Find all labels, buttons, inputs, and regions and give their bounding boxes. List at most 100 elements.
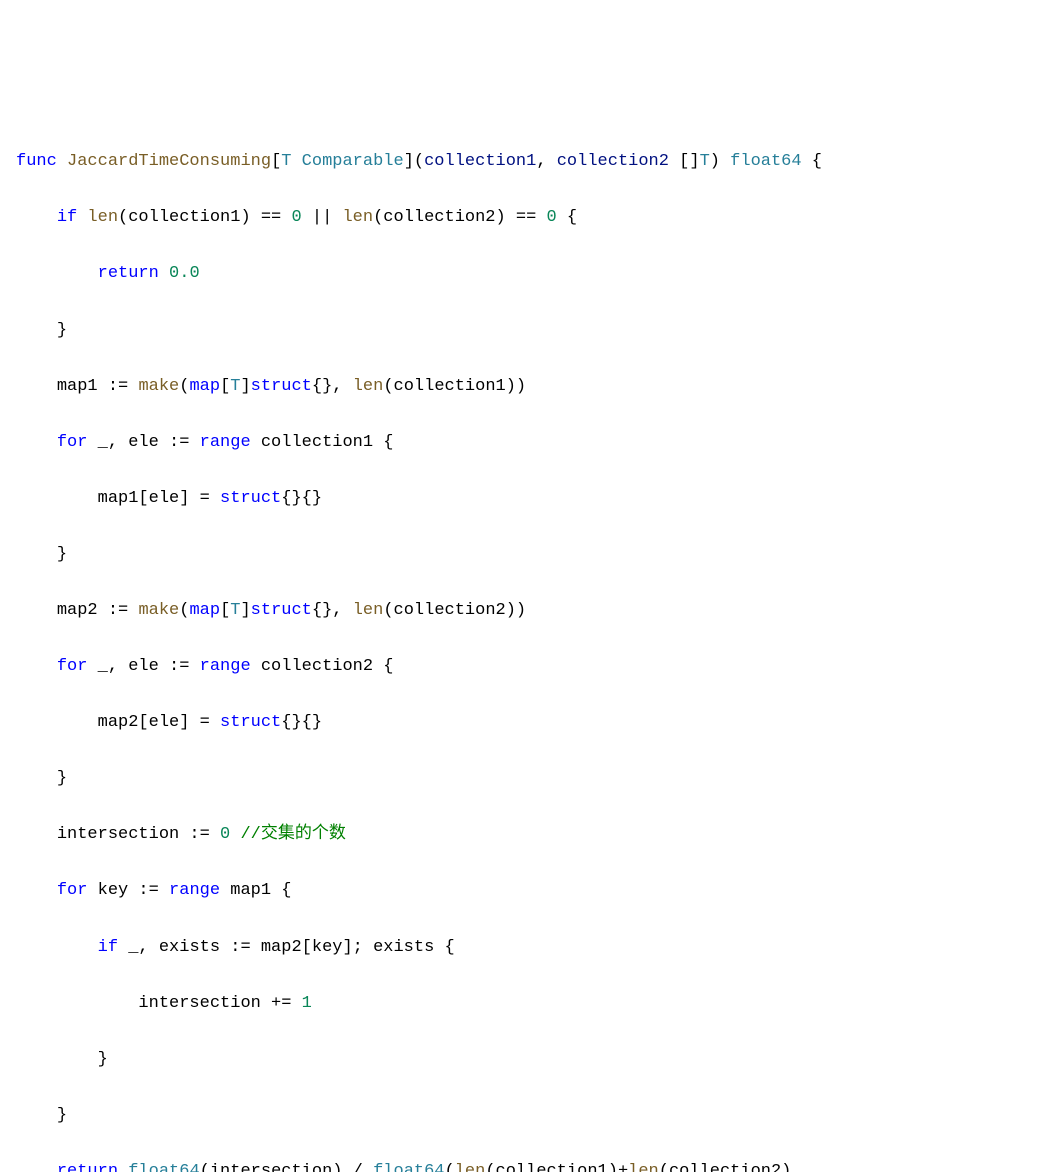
keyword-map: map bbox=[189, 377, 220, 396]
braces: {}, bbox=[312, 377, 353, 396]
keyword-return: return bbox=[98, 264, 159, 283]
code-line: for _, ele := range collection1 { bbox=[16, 429, 1023, 457]
var-decl: intersection := bbox=[57, 825, 220, 844]
builtin-make: make bbox=[138, 601, 179, 620]
text: (intersection) / bbox=[200, 1162, 373, 1172]
code-line: return float64(intersection) / float64(l… bbox=[16, 1158, 1023, 1172]
comment: //交集的个数 bbox=[240, 825, 345, 844]
brace: } bbox=[57, 321, 67, 340]
comma: , bbox=[536, 152, 556, 171]
brace: } bbox=[57, 769, 67, 788]
keyword-struct: struct bbox=[251, 377, 312, 396]
bracket: ] bbox=[240, 601, 250, 620]
text: _, exists := map2[key]; exists { bbox=[118, 938, 455, 957]
space bbox=[118, 1162, 128, 1172]
text: _, ele := bbox=[87, 657, 199, 676]
builtin-len: len bbox=[628, 1162, 659, 1172]
keyword-func: func bbox=[16, 152, 57, 171]
code-line: map2[ele] = struct{}{} bbox=[16, 709, 1023, 737]
bracket: [ bbox=[271, 152, 281, 171]
keyword-for: for bbox=[57, 881, 88, 900]
builtin-len: len bbox=[353, 377, 384, 396]
builtin-len: len bbox=[455, 1162, 486, 1172]
function-name: JaccardTimeConsuming bbox=[67, 152, 271, 171]
text: [] bbox=[669, 152, 700, 171]
text: map2[ele] = bbox=[98, 713, 220, 732]
brace: { bbox=[802, 152, 822, 171]
keyword-range: range bbox=[200, 433, 251, 452]
type-constraint: Comparable bbox=[302, 152, 404, 171]
code-line: } bbox=[16, 1046, 1023, 1074]
keyword-struct: struct bbox=[251, 601, 312, 620]
bracket: [ bbox=[220, 601, 230, 620]
type: T bbox=[230, 601, 240, 620]
builtin-len: len bbox=[342, 208, 373, 227]
keyword-for: for bbox=[57, 433, 88, 452]
keyword-struct: struct bbox=[220, 713, 281, 732]
code-line: } bbox=[16, 541, 1023, 569]
text: (collection1)) bbox=[383, 377, 526, 396]
code-line: map2 := make(map[T]struct{}, len(collect… bbox=[16, 597, 1023, 625]
bracket: ] bbox=[404, 152, 414, 171]
code-line: intersection := 0 //交集的个数 bbox=[16, 821, 1023, 849]
code-line: } bbox=[16, 765, 1023, 793]
brace: } bbox=[57, 1106, 67, 1125]
number: 0.0 bbox=[169, 264, 200, 283]
builtin-len: len bbox=[77, 208, 118, 227]
text: map1 { bbox=[220, 881, 291, 900]
type-float64: float64 bbox=[128, 1162, 199, 1172]
code-line: return 0.0 bbox=[16, 260, 1023, 288]
keyword-map: map bbox=[189, 601, 220, 620]
number: 0 bbox=[291, 208, 301, 227]
paren: ( bbox=[179, 377, 189, 396]
code-line: intersection += 1 bbox=[16, 990, 1023, 1018]
type-float64: float64 bbox=[373, 1162, 444, 1172]
space bbox=[230, 825, 240, 844]
type: T bbox=[700, 152, 710, 171]
paren: ( bbox=[179, 601, 189, 620]
paren: ( bbox=[445, 1162, 455, 1172]
operator: || bbox=[302, 208, 343, 227]
paren: ) bbox=[710, 152, 730, 171]
brace: } bbox=[57, 545, 67, 564]
keyword-range: range bbox=[169, 881, 220, 900]
code-line: map1 := make(map[T]struct{}, len(collect… bbox=[16, 373, 1023, 401]
code-line: } bbox=[16, 317, 1023, 345]
keyword-if: if bbox=[57, 208, 77, 227]
code-line: if _, exists := map2[key]; exists { bbox=[16, 934, 1023, 962]
var-decl: map1 := bbox=[57, 377, 139, 396]
param: collection1 bbox=[424, 152, 536, 171]
text: (collection2) == bbox=[373, 208, 546, 227]
var-decl: map2 := bbox=[57, 601, 139, 620]
number: 0 bbox=[220, 825, 230, 844]
code-line: map1[ele] = struct{}{} bbox=[16, 485, 1023, 513]
keyword-range: range bbox=[200, 657, 251, 676]
space bbox=[159, 264, 169, 283]
text: intersection += bbox=[138, 994, 301, 1013]
text: (collection2)) bbox=[383, 601, 526, 620]
keyword-if: if bbox=[98, 938, 118, 957]
text: collection1 { bbox=[251, 433, 394, 452]
brace: } bbox=[98, 1050, 108, 1069]
text: (collection1) == bbox=[118, 208, 291, 227]
text: (collection2) bbox=[659, 1162, 792, 1172]
bracket: ] bbox=[240, 377, 250, 396]
code-line: if len(collection1) == 0 || len(collecti… bbox=[16, 204, 1023, 232]
number: 0 bbox=[547, 208, 557, 227]
text: key := bbox=[87, 881, 169, 900]
text: (collection1)+ bbox=[485, 1162, 628, 1172]
builtin-len: len bbox=[353, 601, 384, 620]
code-block: func JaccardTimeConsuming[T Comparable](… bbox=[16, 120, 1023, 1172]
brace: { bbox=[557, 208, 577, 227]
keyword-return: return bbox=[57, 1162, 118, 1172]
keyword-struct: struct bbox=[220, 489, 281, 508]
paren: ( bbox=[414, 152, 424, 171]
code-line: for key := range map1 { bbox=[16, 877, 1023, 905]
bracket: [ bbox=[220, 377, 230, 396]
keyword-for: for bbox=[57, 657, 88, 676]
code-line: func JaccardTimeConsuming[ T Comparable](… bbox=[16, 148, 1023, 176]
code-line: for _, ele := range collection2 { bbox=[16, 653, 1023, 681]
return-type: float64 bbox=[730, 152, 801, 171]
braces: {}{} bbox=[281, 489, 322, 508]
text: _, ele := bbox=[87, 433, 199, 452]
